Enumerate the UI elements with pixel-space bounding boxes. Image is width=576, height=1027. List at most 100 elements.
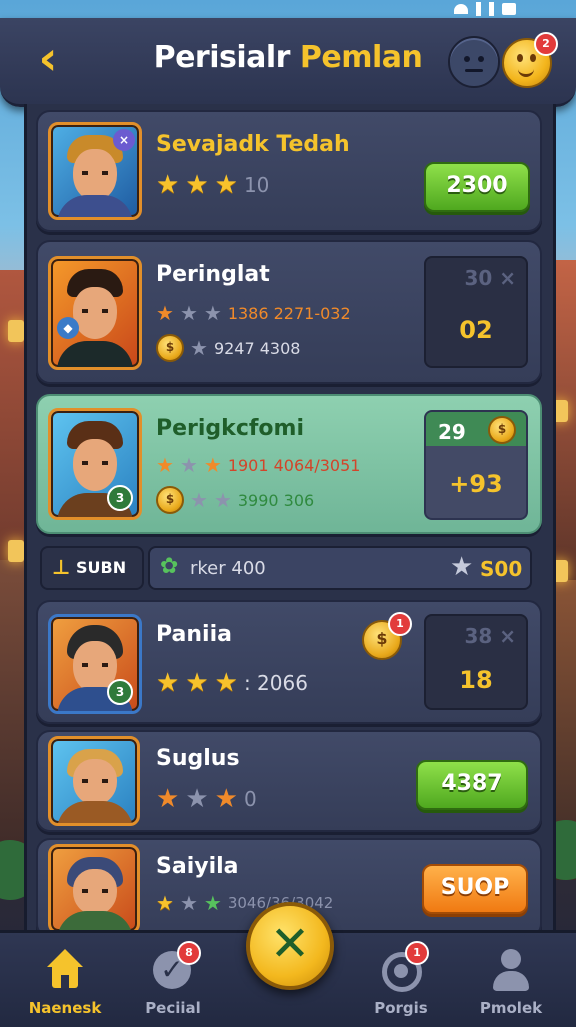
star-icon: ★ (156, 453, 174, 477)
stat-value: 0 (243, 787, 257, 811)
summary-text: rker 400 (190, 558, 266, 579)
notification-badge: 2 (534, 32, 558, 56)
shop-button[interactable]: SUOP (422, 864, 528, 914)
stat-value: 10 (243, 173, 270, 197)
notification-badge: 1 (405, 941, 429, 965)
rank-icon: ⊥ (52, 555, 71, 579)
level-badge: 3 (107, 485, 133, 511)
coin-reward-icon[interactable]: $ 1 (362, 612, 412, 660)
header: ‹ Perisialr Pemlan 2 (0, 18, 576, 107)
smiley-profile-button[interactable]: 2 (502, 32, 558, 88)
player-name: Suglus (156, 746, 240, 771)
claim-button[interactable]: 4387 (416, 760, 528, 810)
close-icon: ✕ (269, 916, 311, 972)
star-icon: ★ (214, 784, 238, 814)
person-icon (489, 949, 533, 993)
player-stats-line-2: $ ★ 9247 4308 (156, 334, 300, 362)
avatar: 3 (48, 614, 142, 714)
player-stats-line-1: ★ ★ ★ 1901 4064/3051 (156, 452, 360, 478)
star-icon: ★ (214, 170, 238, 200)
reward-top-value: 29 (438, 420, 466, 444)
star-icon: ★ (185, 170, 209, 200)
star-icon: ★ (156, 784, 180, 814)
level-badge: 3 (107, 679, 133, 705)
nav-item-special[interactable]: ✓ 8 Peciial (118, 941, 228, 1017)
summary-value: S00 (480, 557, 523, 581)
summary-label-box: ⊥ SUBN (40, 546, 144, 590)
star-icon: ★ (213, 488, 232, 512)
reward-value: +93 (449, 470, 503, 498)
nav-item-home[interactable]: Naenesk (10, 949, 120, 1017)
stat-value: : 2066 (243, 671, 308, 695)
stat-value: 1901 4064/3051 (227, 455, 361, 475)
status-bar (454, 0, 516, 18)
star-icon: ★ (156, 301, 174, 325)
stat-value: 9247 4308 (213, 338, 301, 358)
reward-box[interactable]: 38 × 18 (424, 614, 528, 710)
star-icon: ★ (190, 488, 208, 512)
star-icon: ★ (179, 453, 198, 477)
list-item-selected[interactable]: 3 Perigkcfomi ★ ★ ★ 1901 4064/3051 $ ★ ★… (36, 394, 542, 534)
star-icon: ★ (156, 668, 180, 698)
avatar: ◆ (48, 256, 142, 370)
nav-item-progress[interactable]: 1 Porgis (346, 941, 456, 1017)
player-name: Perigkcfomi (156, 416, 305, 441)
reward-value: 18 (459, 666, 493, 694)
list-item[interactable]: Suglus ★ ★ ★ 0 4387 (36, 730, 542, 832)
target-icon: 1 (379, 941, 429, 993)
summary-strip: ✿ rker 400 ★ S00 (148, 546, 532, 590)
list-item[interactable]: ◆ Peringlat ★ ★ ★ 1386 2271-032 $ ★ 9247… (36, 240, 542, 384)
notification-badge: 1 (388, 612, 412, 636)
player-stats: ★ ★ ★ : 2066 (156, 670, 308, 696)
star-icon: ★ (156, 891, 174, 915)
star-icon: ★ (203, 453, 222, 477)
stat-value: 1386 2271-032 (227, 303, 351, 323)
player-name: Peringlat (156, 262, 270, 287)
star-icon: ★ (179, 891, 198, 915)
reward-box[interactable]: 29 $ +93 (424, 410, 528, 520)
star-icon: ★ (203, 891, 222, 915)
nav-item-profile[interactable]: Pmolek (456, 949, 566, 1017)
avatar: × (48, 122, 142, 220)
star-icon: ★ (156, 170, 180, 200)
neutral-face-icon[interactable] (448, 36, 500, 88)
nav-label: Naenesk (28, 999, 102, 1017)
coin-icon: $ (156, 334, 184, 362)
reward-value: 02 (459, 316, 493, 344)
reward-top-value: 38 × (464, 624, 516, 648)
reward-top-value: 30 × (464, 266, 516, 290)
player-stats: ★ ★ ★ 0 (156, 786, 257, 812)
player-stats-line-2: $ ★ ★ 3990 306 (156, 486, 314, 514)
star-icon: ★ (179, 301, 198, 325)
star-icon: ★ (185, 784, 209, 814)
list-item[interactable]: 3 Paniia ★ ★ ★ : 2066 $ 1 38 × 18 (36, 600, 542, 724)
leaf-icon: ✿ (160, 554, 179, 579)
center-action-button[interactable]: ✕ (246, 902, 334, 990)
star-icon: ★ (185, 668, 209, 698)
player-stats: ★ ★ ★ 10 (156, 172, 269, 198)
nav-label: Pmolek (479, 999, 543, 1017)
home-icon (43, 949, 87, 993)
avatar: 3 (48, 408, 142, 520)
player-name: Saiyila (156, 854, 239, 879)
nav-label: Porgis (374, 999, 428, 1017)
claim-button[interactable]: 2300 (424, 162, 530, 212)
player-name: Sevajadk Tedah (156, 132, 350, 157)
star-icon: ★ (203, 301, 222, 325)
check-badge-icon: ✓ 8 (151, 941, 201, 993)
gem-icon: ◆ (57, 317, 79, 339)
title-part-1: Perisialr (153, 40, 291, 75)
title-part-2: Pemlan (299, 40, 423, 75)
coin-icon: $ (488, 416, 516, 444)
avatar (48, 844, 140, 934)
star-icon: ★ (450, 552, 474, 582)
stat-value: 3990 306 (237, 490, 315, 510)
star-icon: ★ (190, 336, 208, 360)
star-icon: ★ (214, 668, 238, 698)
list-item[interactable]: × Sevajadk Tedah ★ ★ ★ 10 2300 (36, 110, 542, 232)
summary-label: SUBN (76, 558, 127, 577)
player-stats-line-1: ★ ★ ★ 1386 2271-032 (156, 300, 351, 326)
rank-badge: × (113, 129, 135, 151)
reward-box[interactable]: 30 × 02 (424, 256, 528, 368)
notification-badge: 8 (177, 941, 201, 965)
